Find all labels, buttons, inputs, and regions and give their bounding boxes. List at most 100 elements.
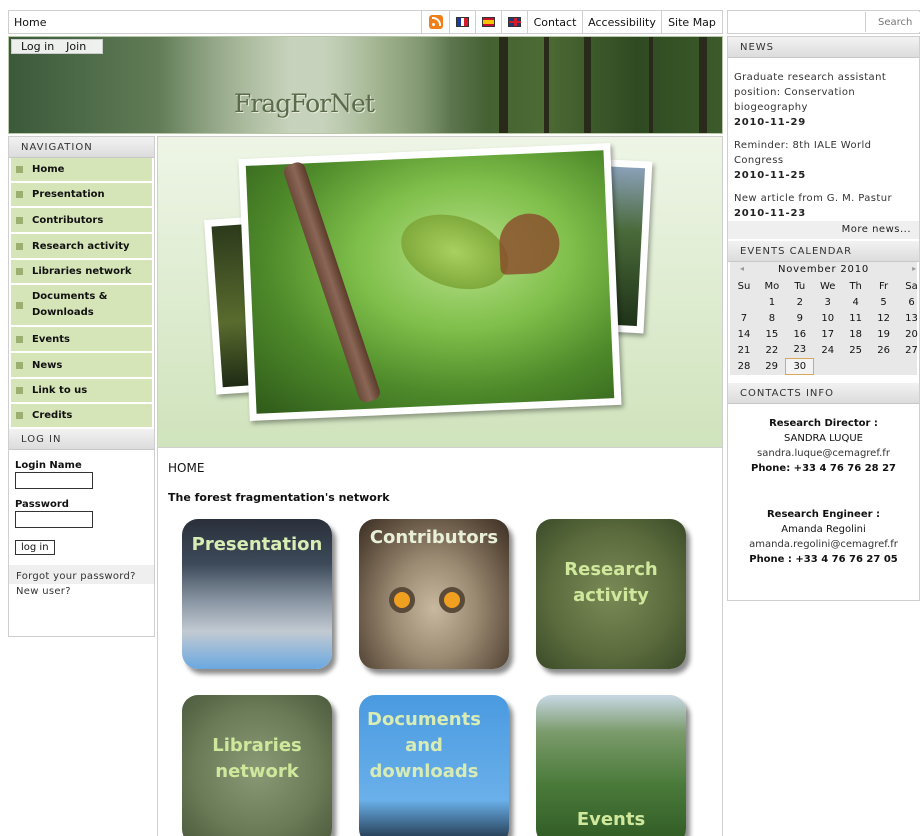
calendar-day[interactable]: 24: [814, 342, 842, 358]
calendar-day[interactable]: 20: [898, 326, 920, 342]
calendar-day[interactable]: 17: [814, 326, 842, 342]
language-english[interactable]: [501, 11, 527, 33]
bullet-icon: [16, 387, 23, 394]
nav-item-credits[interactable]: Credits: [11, 404, 152, 429]
calendar-day[interactable]: 11: [842, 310, 870, 326]
calendar-day[interactable]: 5: [870, 294, 898, 310]
calendar-day[interactable]: 12: [870, 310, 898, 326]
calendar-day[interactable]: 19: [870, 326, 898, 342]
weekday: Sa: [905, 280, 918, 292]
news-item[interactable]: Graduate research assistant position: Co…: [728, 70, 919, 130]
login-link[interactable]: Log in: [21, 40, 54, 53]
more-news-link[interactable]: More news...: [728, 221, 919, 239]
tile-events[interactable]: Events: [536, 695, 686, 836]
news-item[interactable]: Reminder: 8th IALE World Congress 2010-1…: [728, 138, 919, 183]
tile-documents-downloads[interactable]: Documents and downloads: [359, 695, 509, 836]
navigation-menu: Home Presentation Contributors Research …: [9, 158, 154, 429]
bullet-icon: [16, 361, 23, 369]
calendar-day[interactable]: 1: [758, 294, 786, 310]
nav-item-presentation[interactable]: Presentation: [11, 183, 152, 208]
site-logo[interactable]: FragForNet: [234, 89, 375, 118]
nav-item-research-activity[interactable]: Research activity: [11, 234, 152, 260]
contact-email[interactable]: amanda.regolini@cemagref.fr: [728, 537, 919, 552]
contact-email[interactable]: sandra.luque@cemagref.fr: [728, 446, 919, 461]
calendar-day[interactable]: 27: [898, 342, 920, 358]
calendar-day[interactable]: 2: [786, 294, 814, 310]
tile-contributors[interactable]: Contributors: [359, 519, 509, 669]
nav-item-events[interactable]: Events: [11, 327, 152, 353]
nav-label: Contributors: [32, 214, 104, 226]
tile-research-activity[interactable]: Research activity: [536, 519, 686, 669]
calendar-month: November 2010: [777, 264, 870, 275]
join-link[interactable]: Join: [66, 40, 86, 53]
nav-item-contributors[interactable]: Contributors: [11, 208, 152, 234]
spanish-flag-icon: [482, 17, 495, 27]
nav-label: Libraries network: [32, 266, 132, 277]
nav-item-home[interactable]: Home: [11, 158, 152, 183]
news-item[interactable]: New article from G. M. Pastur 2010-11-23: [728, 191, 919, 221]
calendar-day[interactable]: 8: [758, 310, 786, 326]
prev-month-icon[interactable]: ◂: [740, 264, 745, 273]
sitemap-link[interactable]: Site Map: [661, 11, 722, 33]
language-spanish[interactable]: [475, 11, 501, 33]
calendar-week: 28 29 30: [730, 357, 920, 375]
nav-item-libraries-network[interactable]: Libraries network: [11, 260, 152, 285]
calendar-day[interactable]: 9: [786, 310, 814, 326]
tile-libraries-network[interactable]: Libraries network: [182, 695, 332, 836]
calendar-day[interactable]: 7: [730, 310, 758, 326]
calendar-day[interactable]: 26: [870, 342, 898, 358]
banner-tree: [584, 37, 591, 133]
nav-label: Documents & Downloads: [32, 291, 108, 318]
search-input[interactable]: [865, 12, 920, 32]
calendar-day[interactable]: 28: [730, 358, 758, 374]
contacts-header: CONTACTS INFO: [728, 382, 919, 404]
accessibility-link[interactable]: Accessibility: [582, 11, 661, 33]
calendar-day[interactable]: 23: [786, 342, 814, 358]
bullet-icon: [16, 242, 23, 250]
contact-phone: Phone: +33 4 76 76 28 27: [750, 462, 897, 474]
calendar-day[interactable]: 15: [758, 326, 786, 342]
login-button[interactable]: log in: [15, 540, 55, 555]
banner-tree: [649, 37, 653, 133]
tile-presentation[interactable]: Presentation: [182, 519, 332, 669]
calendar-day[interactable]: 13: [898, 310, 920, 326]
calendar-day[interactable]: 4: [842, 294, 870, 310]
forgot-password-link[interactable]: Forgot your password?: [9, 565, 154, 584]
language-french[interactable]: [449, 11, 475, 33]
weekday: Fr: [879, 280, 889, 292]
tile-label: Contributors: [369, 527, 499, 548]
calendar-day: [898, 358, 920, 374]
calendar-day[interactable]: 16: [786, 326, 814, 342]
calendar-grid: Su Mo Tu We Th Fr Sa 1 2 3 4 5 6 7 8 9 1…: [730, 278, 920, 375]
news-title: Graduate research assistant position: Co…: [734, 72, 887, 113]
top-home-link[interactable]: Home: [14, 16, 46, 29]
banner-tree: [544, 37, 549, 133]
calendar-day[interactable]: 25: [842, 342, 870, 358]
nav-label: Events: [32, 333, 70, 345]
rss-feed-link[interactable]: [421, 11, 449, 33]
password-field[interactable]: [15, 511, 93, 528]
nav-item-link-to-us[interactable]: Link to us: [11, 379, 152, 404]
news-header: NEWS: [728, 37, 919, 58]
nav-label: Presentation: [32, 189, 105, 200]
nav-item-documents-downloads[interactable]: Documents & Downloads: [11, 285, 152, 327]
contact-name: Amanda Regolini: [781, 523, 866, 535]
calendar-day-today[interactable]: 30: [785, 357, 815, 375]
next-month-icon[interactable]: ▸: [912, 264, 917, 273]
calendar-day[interactable]: 21: [730, 342, 758, 358]
login-name-field[interactable]: [15, 472, 93, 489]
calendar-day: [730, 294, 758, 310]
new-user-link[interactable]: New user?: [15, 584, 148, 599]
calendar-day[interactable]: 29: [758, 358, 786, 374]
calendar-day[interactable]: 10: [814, 310, 842, 326]
calendar-day[interactable]: 22: [758, 342, 786, 358]
calendar-month-bar: ◂ November 2010 ▸: [730, 264, 917, 278]
calendar-day[interactable]: 6: [898, 294, 920, 310]
nav-item-news[interactable]: News: [11, 353, 152, 379]
contact-link[interactable]: Contact: [527, 11, 582, 33]
calendar-day[interactable]: 14: [730, 326, 758, 342]
login-form: Login Name Password log in Forgot your p…: [9, 460, 154, 599]
calendar-day[interactable]: 3: [814, 294, 842, 310]
calendar-day[interactable]: 18: [842, 326, 870, 342]
tile-label: Libraries network: [212, 735, 302, 782]
